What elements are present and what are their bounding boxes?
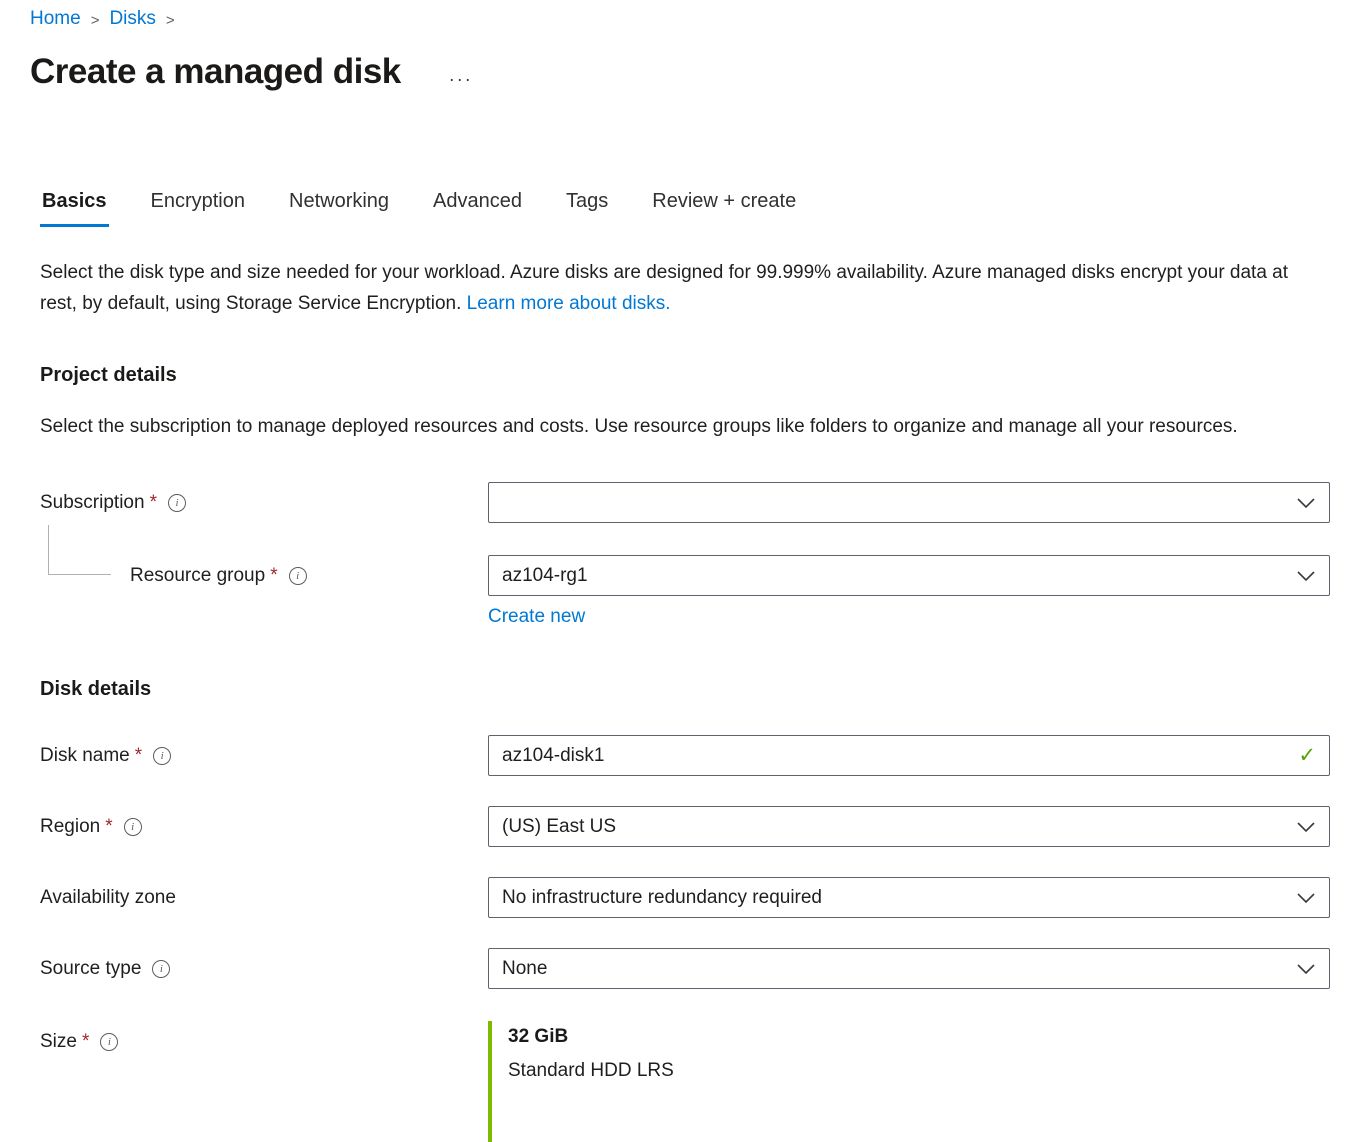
tab-tags[interactable]: Tags [564, 190, 610, 227]
availability-zone-label: Availability zone [40, 887, 176, 909]
resource-group-dropdown[interactable]: az104-rg1 [488, 555, 1330, 596]
region-control: (US) East US [488, 806, 1330, 847]
create-new-resource-group-link[interactable]: Create new [488, 606, 585, 627]
page-title: Create a managed disk [30, 52, 401, 92]
availability-zone-row: Availability zone No infrastructure redu… [40, 877, 1330, 918]
breadcrumb-home-link[interactable]: Home [30, 8, 81, 30]
disk-name-input[interactable]: az104-disk1 [488, 735, 1330, 776]
region-label-group: Region * i [40, 816, 488, 838]
region-dropdown[interactable]: (US) East US [488, 806, 1330, 847]
size-sku: Standard HDD LRS [508, 1060, 1330, 1082]
subscription-row: Subscription * i [40, 482, 1330, 523]
tab-advanced[interactable]: Advanced [431, 190, 524, 227]
info-icon[interactable]: i [124, 818, 142, 836]
size-label-group: Size * i [40, 1021, 488, 1053]
required-marker: * [135, 745, 142, 767]
disk-name-label: Disk name [40, 745, 130, 767]
info-icon[interactable]: i [289, 567, 307, 585]
tab-bar: Basics Encryption Networking Advanced Ta… [40, 190, 1330, 227]
tab-basics[interactable]: Basics [40, 190, 109, 227]
subscription-label: Subscription [40, 492, 145, 514]
resource-group-row: Resource group * i az104-rg1 [40, 555, 1330, 596]
valid-check-icon: ✓ [1298, 743, 1316, 768]
title-row: Create a managed disk ··· [30, 52, 1330, 92]
subscription-label-group: Subscription * i [40, 492, 488, 514]
tab-networking[interactable]: Networking [287, 190, 391, 227]
breadcrumb: Home > Disks > [30, 8, 1330, 30]
breadcrumb-separator-icon: > [91, 10, 100, 29]
source-type-label: Source type [40, 958, 141, 980]
subscription-dropdown[interactable] [488, 482, 1330, 523]
create-managed-disk-page: Home > Disks > Create a managed disk ···… [0, 0, 1348, 1142]
tab-review-create[interactable]: Review + create [650, 190, 798, 227]
create-new-row: Create new [488, 606, 1330, 628]
source-type-row: Source type i None [40, 948, 1330, 989]
tab-encryption[interactable]: Encryption [149, 190, 248, 227]
disk-details-heading: Disk details [40, 678, 1330, 701]
basics-tab-content: Select the disk type and size needed for… [40, 257, 1330, 1142]
breadcrumb-separator-icon: > [166, 10, 175, 29]
info-icon[interactable]: i [168, 494, 186, 512]
disk-name-control: az104-disk1 ✓ [488, 735, 1330, 776]
availability-zone-control: No infrastructure redundancy required [488, 877, 1330, 918]
size-value: 32 GiB [508, 1026, 1330, 1048]
resource-group-control: az104-rg1 [488, 555, 1330, 596]
required-marker: * [150, 492, 157, 514]
region-label: Region [40, 816, 100, 838]
size-label: Size [40, 1031, 77, 1053]
required-marker: * [270, 565, 277, 587]
intro-text: Select the disk type and size needed for… [40, 257, 1325, 320]
size-summary: 32 GiB Standard HDD LRS [488, 1021, 1330, 1142]
disk-name-row: Disk name * i az104-disk1 ✓ [40, 735, 1330, 776]
learn-more-disks-link[interactable]: Learn more about disks. [467, 293, 671, 314]
more-options-icon[interactable]: ··· [449, 55, 473, 90]
required-marker: * [82, 1031, 89, 1053]
required-marker: * [105, 816, 112, 838]
info-icon[interactable]: i [152, 960, 170, 978]
info-icon[interactable]: i [153, 747, 171, 765]
disk-name-label-group: Disk name * i [40, 745, 488, 767]
availability-zone-dropdown[interactable]: No infrastructure redundancy required [488, 877, 1330, 918]
project-details-description: Select the subscription to manage deploy… [40, 411, 1325, 442]
size-control: 32 GiB Standard HDD LRS [488, 1021, 1330, 1142]
source-type-control: None [488, 948, 1330, 989]
breadcrumb-disks-link[interactable]: Disks [109, 8, 155, 30]
subscription-control [488, 482, 1330, 523]
size-row: Size * i 32 GiB Standard HDD LRS [40, 1021, 1330, 1142]
availability-zone-label-group: Availability zone [40, 887, 488, 909]
info-icon[interactable]: i [100, 1033, 118, 1051]
region-row: Region * i (US) East US [40, 806, 1330, 847]
resource-group-label: Resource group [130, 565, 265, 587]
project-details-heading: Project details [40, 364, 1330, 387]
indent-connector-line [48, 525, 111, 575]
source-type-dropdown[interactable]: None [488, 948, 1330, 989]
source-type-label-group: Source type i [40, 958, 488, 980]
